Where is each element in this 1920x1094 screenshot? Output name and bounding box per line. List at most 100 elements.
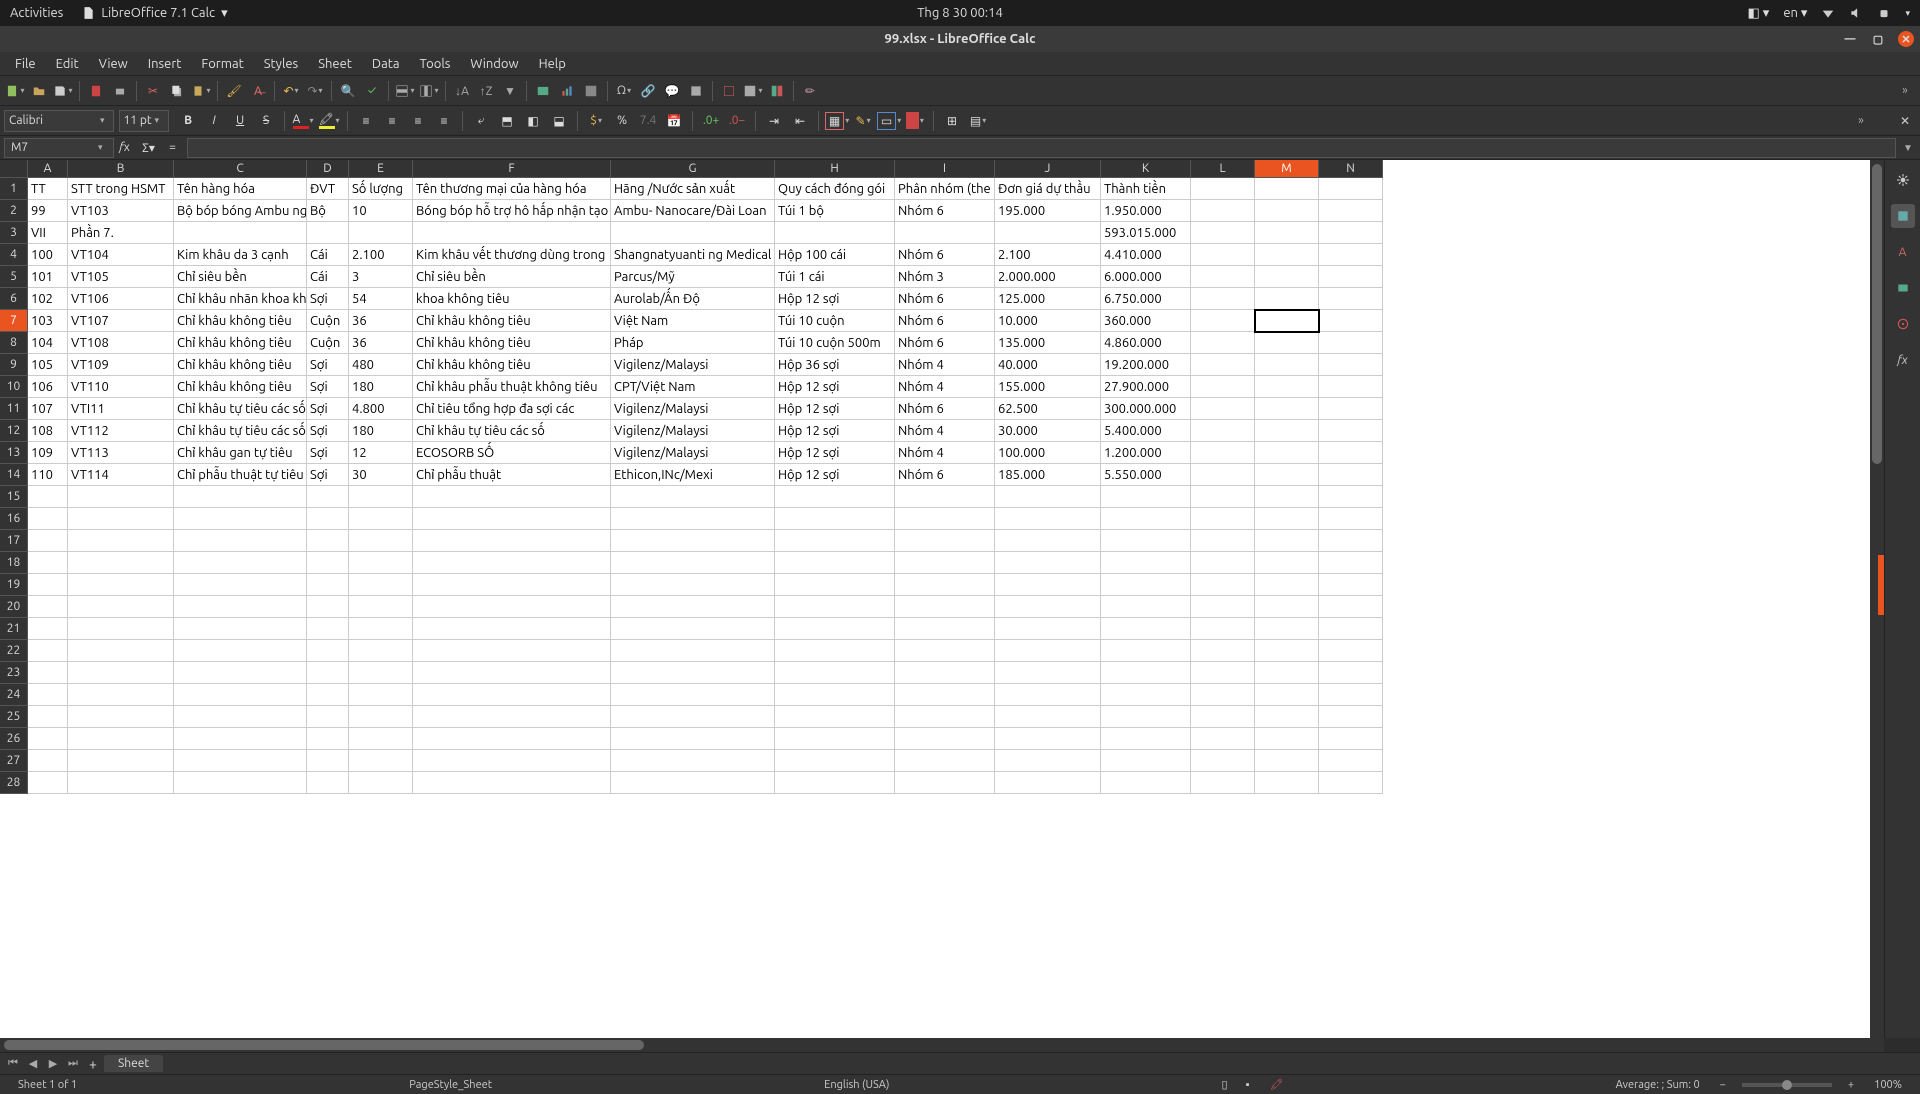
cell-J7[interactable]: 10.000 [995, 310, 1101, 332]
cell-B21[interactable] [68, 618, 174, 640]
split-button[interactable] [766, 80, 788, 102]
cell-K24[interactable] [1101, 684, 1191, 706]
row-header-20[interactable]: 20 [0, 596, 28, 618]
sidebar-functions-button[interactable]: fx [1891, 348, 1915, 372]
cell-K20[interactable] [1101, 596, 1191, 618]
select-all-corner[interactable] [0, 160, 28, 178]
cell-H13[interactable]: Hộp 12 sợi [775, 442, 895, 464]
cell-K15[interactable] [1101, 486, 1191, 508]
row-header-8[interactable]: 8 [0, 332, 28, 354]
cell-G18[interactable] [611, 552, 775, 574]
cell-M8[interactable] [1255, 332, 1319, 354]
menu-tools[interactable]: Tools [411, 54, 460, 74]
cell-J11[interactable]: 62.500 [995, 398, 1101, 420]
cell-I20[interactable] [895, 596, 995, 618]
cell-K4[interactable]: 4.410.000 [1101, 244, 1191, 266]
column-header-N[interactable]: N [1319, 160, 1383, 178]
row-header-11[interactable]: 11 [0, 398, 28, 420]
cell-B1[interactable]: STT trong HSMT [68, 178, 174, 200]
cell-A21[interactable] [28, 618, 68, 640]
sidebar-properties-button[interactable] [1891, 204, 1915, 228]
paste-button[interactable] [190, 80, 212, 102]
cell-A1[interactable]: TT [28, 178, 68, 200]
row-header-21[interactable]: 21 [0, 618, 28, 640]
cell-N12[interactable] [1319, 420, 1383, 442]
cell-F8[interactable]: Chỉ khâu không tiêu [413, 332, 611, 354]
cell-G20[interactable] [611, 596, 775, 618]
row-header-23[interactable]: 23 [0, 662, 28, 684]
column-header-E[interactable]: E [349, 160, 413, 178]
cell-L6[interactable] [1191, 288, 1255, 310]
cell-H2[interactable]: Túi 1 bộ [775, 200, 895, 222]
cell-G4[interactable]: Shangnatyuanti ng Medical [611, 244, 775, 266]
row-header-5[interactable]: 5 [0, 266, 28, 288]
cell-C5[interactable]: Chỉ siêu bền [174, 266, 307, 288]
menu-data[interactable]: Data [363, 54, 409, 74]
cell-E13[interactable]: 12 [349, 442, 413, 464]
cell-N28[interactable] [1319, 772, 1383, 794]
cell-J10[interactable]: 155.000 [995, 376, 1101, 398]
cell-C12[interactable]: Chỉ khâu tự tiêu các số [174, 420, 307, 442]
cell-G15[interactable] [611, 486, 775, 508]
cell-M15[interactable] [1255, 486, 1319, 508]
cell-F19[interactable] [413, 574, 611, 596]
zoom-out-button[interactable]: − [1710, 1079, 1736, 1091]
cell-F9[interactable]: Chỉ khâu không tiêu [413, 354, 611, 376]
cell-B16[interactable] [68, 508, 174, 530]
cell-L7[interactable] [1191, 310, 1255, 332]
cell-K22[interactable] [1101, 640, 1191, 662]
cell-D28[interactable] [307, 772, 349, 794]
cell-L27[interactable] [1191, 750, 1255, 772]
hyperlink-button[interactable]: 🔗 [637, 80, 659, 102]
cell-D5[interactable]: Cái [307, 266, 349, 288]
cell-N14[interactable] [1319, 464, 1383, 486]
cell-L5[interactable] [1191, 266, 1255, 288]
cell-D26[interactable] [307, 728, 349, 750]
cell-E22[interactable] [349, 640, 413, 662]
tab-prev-button[interactable]: ◀ [24, 1057, 42, 1070]
cell-J12[interactable]: 30.000 [995, 420, 1101, 442]
cell-B22[interactable] [68, 640, 174, 662]
cell-M3[interactable] [1255, 222, 1319, 244]
cell-K11[interactable]: 300.000.000 [1101, 398, 1191, 420]
expand-formula-bar[interactable]: ▼ [1900, 142, 1916, 154]
align-right-button[interactable]: ≡ [407, 110, 429, 132]
menu-view[interactable]: View [90, 54, 137, 74]
align-justify-button[interactable]: ≡ [433, 110, 455, 132]
cell-A14[interactable]: 110 [28, 464, 68, 486]
cell-G22[interactable] [611, 640, 775, 662]
cell-A16[interactable] [28, 508, 68, 530]
font-color-button[interactable]: A [292, 110, 314, 132]
cell-B20[interactable] [68, 596, 174, 618]
status-selection-mode[interactable]: ▪ [1236, 1079, 1260, 1091]
cell-N9[interactable] [1319, 354, 1383, 376]
cell-I27[interactable] [895, 750, 995, 772]
cell-N26[interactable] [1319, 728, 1383, 750]
minimize-button[interactable]: — [1842, 31, 1858, 47]
cell-E11[interactable]: 4.800 [349, 398, 413, 420]
strikethrough-button[interactable]: S [255, 110, 277, 132]
cell-E18[interactable] [349, 552, 413, 574]
column-header-K[interactable]: K [1101, 160, 1191, 178]
row-header-3[interactable]: 3 [0, 222, 28, 244]
cell-L12[interactable] [1191, 420, 1255, 442]
app-menu[interactable]: LibreOffice 7.1 Calc ▾ [81, 6, 227, 21]
cell-B8[interactable]: VT108 [68, 332, 174, 354]
cell-H25[interactable] [775, 706, 895, 728]
cell-K27[interactable] [1101, 750, 1191, 772]
status-summary[interactable]: Average: ; Sum: 0 [1606, 1079, 1710, 1091]
cell-F14[interactable]: Chỉ phẫu thuật [413, 464, 611, 486]
cell-J6[interactable]: 125.000 [995, 288, 1101, 310]
cell-G27[interactable] [611, 750, 775, 772]
redo-button[interactable]: ↷ [304, 80, 326, 102]
column-header-M[interactable]: M [1255, 160, 1319, 178]
cell-N6[interactable] [1319, 288, 1383, 310]
cell-C13[interactable]: Chỉ khâu gan tự tiêu [174, 442, 307, 464]
cell-K18[interactable] [1101, 552, 1191, 574]
cell-E24[interactable] [349, 684, 413, 706]
cell-A24[interactable] [28, 684, 68, 706]
cell-K25[interactable] [1101, 706, 1191, 728]
cell-G12[interactable]: Vigilenz/Malaysi [611, 420, 775, 442]
cell-M19[interactable] [1255, 574, 1319, 596]
cell-M5[interactable] [1255, 266, 1319, 288]
